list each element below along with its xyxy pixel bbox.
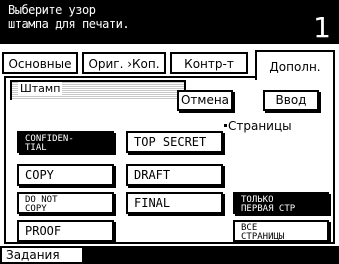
tab-contrast[interactable]: Контр-т xyxy=(170,52,248,74)
instruction-message: Выберите узор штампа для печати. xyxy=(8,3,130,31)
stamp-proof-button[interactable]: PROOF xyxy=(17,220,114,242)
stamp-confidential-button[interactable]: CONFIDEN- TIAL xyxy=(17,131,114,153)
instruction-line-2: штампа для печати. xyxy=(8,17,130,31)
stamp-do-not-copy-button[interactable]: DO NOT COPY xyxy=(17,192,114,214)
all-pages-line-2: СТРАНИЦЫ xyxy=(241,232,285,242)
stamp-title: Штамп xyxy=(18,82,63,95)
stamp-do-not-copy-line-2: COPY xyxy=(25,204,47,214)
pages-label: Страницы xyxy=(224,119,292,133)
tab-original-copy[interactable]: Ориг. ›Коп. xyxy=(82,52,166,74)
stamp-top-secret-button[interactable]: TOP SECRET xyxy=(126,131,223,153)
first-page-only-line-2: ПЕРВАЯ СТР xyxy=(241,204,296,214)
copier-touch-screen: Выберите узор штампа для печати. 1 Основ… xyxy=(0,0,339,264)
copy-count: 1 xyxy=(313,11,331,44)
stamp-confidential-line-2: TIAL xyxy=(25,143,47,153)
instruction-line-1: Выберите узор xyxy=(8,3,96,17)
tab-basic[interactable]: Основные xyxy=(2,52,78,74)
message-header: Выберите узор штампа для печати. 1 xyxy=(0,0,339,44)
all-pages-button[interactable]: ВСЕ СТРАНИЦЫ xyxy=(233,220,329,242)
jobs-tab[interactable]: Задания xyxy=(0,246,84,264)
first-page-only-button[interactable]: ТОЛЬКО ПЕРВАЯ СТР xyxy=(233,192,329,214)
tab-additional[interactable]: Дополн. xyxy=(255,50,335,80)
stamp-draft-button[interactable]: DRAFT xyxy=(126,164,223,186)
cancel-button[interactable]: Отмена xyxy=(177,90,233,111)
enter-button[interactable]: Ввод xyxy=(263,90,319,111)
stamp-copy-button[interactable]: COPY xyxy=(17,164,114,186)
stamp-title-bar: Штамп xyxy=(10,80,186,100)
stamp-final-button[interactable]: FINAL xyxy=(126,192,223,214)
footer-bar: Задания xyxy=(0,246,339,264)
